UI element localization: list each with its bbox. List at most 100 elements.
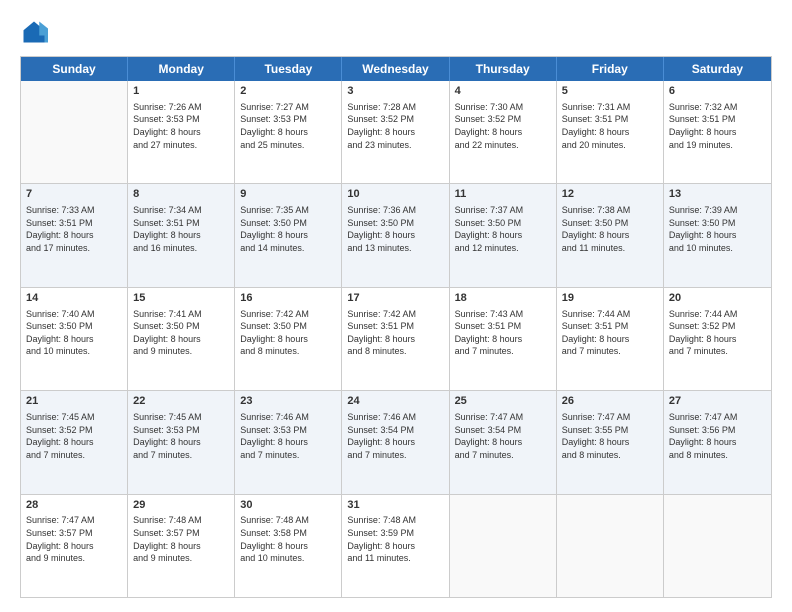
day-number: 7 [26, 187, 122, 202]
day-info: Sunrise: 7:45 AM Sunset: 3:52 PM Dayligh… [26, 411, 122, 461]
day-number: 28 [26, 498, 122, 513]
day-number: 22 [133, 394, 229, 409]
calendar-header: SundayMondayTuesdayWednesdayThursdayFrid… [21, 57, 771, 81]
day-number: 21 [26, 394, 122, 409]
calendar-cell: 22 Sunrise: 7:45 AM Sunset: 3:53 PM Dayli… [128, 391, 235, 493]
day-number: 30 [240, 498, 336, 513]
calendar-row-3: 14 Sunrise: 7:40 AM Sunset: 3:50 PM Dayli… [21, 288, 771, 391]
day-info: Sunrise: 7:47 AM Sunset: 3:56 PM Dayligh… [669, 411, 766, 461]
day-info: Sunrise: 7:30 AM Sunset: 3:52 PM Dayligh… [455, 101, 551, 151]
calendar-row-5: 28Sunrise: 7:47 AM Sunset: 3:57 PM Dayli… [21, 495, 771, 597]
day-info: Sunrise: 7:33 AM Sunset: 3:51 PM Dayligh… [26, 204, 122, 254]
calendar-cell [557, 495, 664, 597]
day-info: Sunrise: 7:44 AM Sunset: 3:51 PM Dayligh… [562, 308, 658, 358]
calendar: SundayMondayTuesdayWednesdayThursdayFrid… [20, 56, 772, 598]
day-number: 18 [455, 291, 551, 306]
day-number: 23 [240, 394, 336, 409]
day-info: Sunrise: 7:40 AM Sunset: 3:50 PM Dayligh… [26, 308, 122, 358]
day-info: Sunrise: 7:38 AM Sunset: 3:50 PM Dayligh… [562, 204, 658, 254]
calendar-cell: 24 Sunrise: 7:46 AM Sunset: 3:54 PM Dayli… [342, 391, 449, 493]
calendar-cell: 18Sunrise: 7:43 AM Sunset: 3:51 PM Dayli… [450, 288, 557, 390]
calendar-row-4: 21 Sunrise: 7:45 AM Sunset: 3:52 PM Dayli… [21, 391, 771, 494]
header-day-monday: Monday [128, 57, 235, 81]
page: SundayMondayTuesdayWednesdayThursdayFrid… [0, 0, 792, 612]
calendar-cell: 31Sunrise: 7:48 AM Sunset: 3:59 PM Dayli… [342, 495, 449, 597]
calendar-cell: 2 Sunrise: 7:27 AM Sunset: 3:53 PM Daylig… [235, 81, 342, 183]
header-day-friday: Friday [557, 57, 664, 81]
calendar-cell: 20 Sunrise: 7:44 AM Sunset: 3:52 PM Dayli… [664, 288, 771, 390]
calendar-cell: 7 Sunrise: 7:33 AM Sunset: 3:51 PM Daylig… [21, 184, 128, 286]
calendar-row-1: 1Sunrise: 7:26 AM Sunset: 3:53 PM Daylig… [21, 81, 771, 184]
calendar-cell: 23 Sunrise: 7:46 AM Sunset: 3:53 PM Dayli… [235, 391, 342, 493]
calendar-cell: 17Sunrise: 7:42 AM Sunset: 3:51 PM Dayli… [342, 288, 449, 390]
calendar-cell: 4 Sunrise: 7:30 AM Sunset: 3:52 PM Daylig… [450, 81, 557, 183]
header-day-tuesday: Tuesday [235, 57, 342, 81]
header-day-saturday: Saturday [664, 57, 771, 81]
calendar-body: 1Sunrise: 7:26 AM Sunset: 3:53 PM Daylig… [21, 81, 771, 597]
calendar-cell [664, 495, 771, 597]
day-info: Sunrise: 7:39 AM Sunset: 3:50 PM Dayligh… [669, 204, 766, 254]
calendar-cell: 30Sunrise: 7:48 AM Sunset: 3:58 PM Dayli… [235, 495, 342, 597]
day-number: 17 [347, 291, 443, 306]
calendar-cell: 25 Sunrise: 7:47 AM Sunset: 3:54 PM Dayli… [450, 391, 557, 493]
day-number: 12 [562, 187, 658, 202]
day-info: Sunrise: 7:34 AM Sunset: 3:51 PM Dayligh… [133, 204, 229, 254]
day-info: Sunrise: 7:48 AM Sunset: 3:57 PM Dayligh… [133, 514, 229, 564]
calendar-cell: 15Sunrise: 7:41 AM Sunset: 3:50 PM Dayli… [128, 288, 235, 390]
day-info: Sunrise: 7:32 AM Sunset: 3:51 PM Dayligh… [669, 101, 766, 151]
calendar-cell: 1Sunrise: 7:26 AM Sunset: 3:53 PM Daylig… [128, 81, 235, 183]
day-number: 8 [133, 187, 229, 202]
calendar-cell: 8 Sunrise: 7:34 AM Sunset: 3:51 PM Daylig… [128, 184, 235, 286]
day-info: Sunrise: 7:36 AM Sunset: 3:50 PM Dayligh… [347, 204, 443, 254]
day-number: 1 [133, 84, 229, 99]
logo-icon [20, 18, 48, 46]
calendar-cell: 19 Sunrise: 7:44 AM Sunset: 3:51 PM Dayli… [557, 288, 664, 390]
day-info: Sunrise: 7:28 AM Sunset: 3:52 PM Dayligh… [347, 101, 443, 151]
day-number: 14 [26, 291, 122, 306]
day-info: Sunrise: 7:47 AM Sunset: 3:54 PM Dayligh… [455, 411, 551, 461]
day-info: Sunrise: 7:48 AM Sunset: 3:59 PM Dayligh… [347, 514, 443, 564]
day-number: 24 [347, 394, 443, 409]
calendar-cell: 27 Sunrise: 7:47 AM Sunset: 3:56 PM Dayli… [664, 391, 771, 493]
calendar-cell: 21 Sunrise: 7:45 AM Sunset: 3:52 PM Dayli… [21, 391, 128, 493]
header-day-wednesday: Wednesday [342, 57, 449, 81]
day-number: 5 [562, 84, 658, 99]
calendar-row-2: 7 Sunrise: 7:33 AM Sunset: 3:51 PM Daylig… [21, 184, 771, 287]
day-info: Sunrise: 7:45 AM Sunset: 3:53 PM Dayligh… [133, 411, 229, 461]
day-number: 25 [455, 394, 551, 409]
header [20, 18, 772, 46]
day-info: Sunrise: 7:46 AM Sunset: 3:53 PM Dayligh… [240, 411, 336, 461]
day-number: 9 [240, 187, 336, 202]
day-number: 19 [562, 291, 658, 306]
calendar-cell: 5 Sunrise: 7:31 AM Sunset: 3:51 PM Daylig… [557, 81, 664, 183]
day-number: 6 [669, 84, 766, 99]
calendar-cell: 29Sunrise: 7:48 AM Sunset: 3:57 PM Dayli… [128, 495, 235, 597]
day-info: Sunrise: 7:46 AM Sunset: 3:54 PM Dayligh… [347, 411, 443, 461]
day-number: 3 [347, 84, 443, 99]
day-number: 4 [455, 84, 551, 99]
day-number: 20 [669, 291, 766, 306]
day-number: 11 [455, 187, 551, 202]
calendar-cell: 9 Sunrise: 7:35 AM Sunset: 3:50 PM Daylig… [235, 184, 342, 286]
day-info: Sunrise: 7:31 AM Sunset: 3:51 PM Dayligh… [562, 101, 658, 151]
day-number: 10 [347, 187, 443, 202]
day-number: 15 [133, 291, 229, 306]
calendar-cell: 6 Sunrise: 7:32 AM Sunset: 3:51 PM Daylig… [664, 81, 771, 183]
calendar-cell: 12 Sunrise: 7:38 AM Sunset: 3:50 PM Dayli… [557, 184, 664, 286]
day-info: Sunrise: 7:35 AM Sunset: 3:50 PM Dayligh… [240, 204, 336, 254]
day-number: 16 [240, 291, 336, 306]
day-number: 13 [669, 187, 766, 202]
day-number: 29 [133, 498, 229, 513]
day-info: Sunrise: 7:48 AM Sunset: 3:58 PM Dayligh… [240, 514, 336, 564]
day-number: 2 [240, 84, 336, 99]
day-info: Sunrise: 7:27 AM Sunset: 3:53 PM Dayligh… [240, 101, 336, 151]
day-number: 27 [669, 394, 766, 409]
day-info: Sunrise: 7:37 AM Sunset: 3:50 PM Dayligh… [455, 204, 551, 254]
calendar-cell [21, 81, 128, 183]
calendar-cell: 11 Sunrise: 7:37 AM Sunset: 3:50 PM Dayli… [450, 184, 557, 286]
calendar-cell: 16 Sunrise: 7:42 AM Sunset: 3:50 PM Dayli… [235, 288, 342, 390]
calendar-cell: 26Sunrise: 7:47 AM Sunset: 3:55 PM Dayli… [557, 391, 664, 493]
logo [20, 18, 52, 46]
day-info: Sunrise: 7:44 AM Sunset: 3:52 PM Dayligh… [669, 308, 766, 358]
day-info: Sunrise: 7:42 AM Sunset: 3:50 PM Dayligh… [240, 308, 336, 358]
